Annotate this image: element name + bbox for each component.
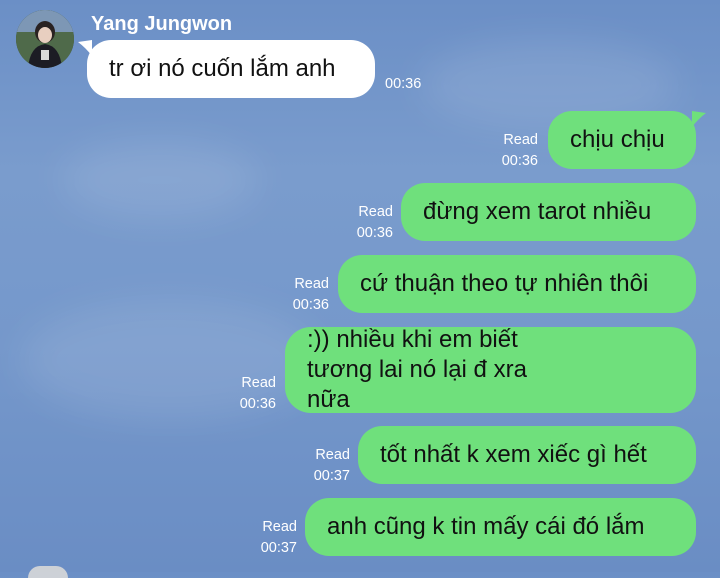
message-text: tr ơi nó cuốn lắm anh bbox=[109, 55, 336, 82]
message-time: 00:37 bbox=[313, 468, 350, 484]
outgoing-message-bubble[interactable]: chịu chịu bbox=[548, 111, 696, 169]
background-cloud bbox=[60, 140, 260, 220]
next-avatar-edge bbox=[28, 566, 68, 578]
read-status: Read bbox=[241, 375, 276, 391]
message-text: tốt nhất k xem xiếc gì hết bbox=[380, 441, 647, 468]
read-status: Read bbox=[358, 204, 393, 220]
message-meta: Read 00:36 bbox=[240, 373, 276, 415]
message-meta: Read 00:36 bbox=[502, 130, 538, 172]
message-time: 00:36 bbox=[292, 297, 329, 313]
read-status: Read bbox=[294, 276, 329, 292]
message-text: chịu chịu bbox=[570, 126, 665, 153]
message-meta: Read 00:36 bbox=[357, 202, 393, 244]
message-meta: Read 00:37 bbox=[261, 517, 297, 559]
outgoing-message-bubble[interactable]: :)) nhiều khi em biết tương lai nó lại đ… bbox=[285, 326, 696, 413]
bubble-tail bbox=[692, 111, 706, 127]
message-time: 00:36 bbox=[385, 76, 422, 92]
message-text: anh cũng k tin mấy cái đó lắm bbox=[327, 513, 645, 540]
read-status: Read bbox=[262, 519, 297, 535]
read-status: Read bbox=[315, 447, 350, 463]
incoming-message-bubble[interactable]: tr ơi nó cuốn lắm anh bbox=[87, 40, 375, 98]
message-time: 00:36 bbox=[356, 225, 393, 241]
outgoing-message-bubble[interactable]: tốt nhất k xem xiếc gì hết bbox=[358, 426, 696, 484]
message-meta: Read 00:36 bbox=[293, 274, 329, 316]
bubble-tail bbox=[78, 40, 92, 56]
message-time: 00:36 bbox=[239, 396, 276, 412]
message-text: đừng xem tarot nhiều bbox=[423, 198, 652, 225]
message-time: 00:36 bbox=[501, 153, 538, 169]
outgoing-message-bubble[interactable]: cứ thuận theo tự nhiên thôi bbox=[338, 255, 696, 313]
outgoing-message-bubble[interactable]: đừng xem tarot nhiều bbox=[401, 183, 696, 241]
avatar-photo-icon bbox=[16, 10, 74, 68]
message-time: 00:37 bbox=[260, 540, 297, 556]
message-meta: Read 00:37 bbox=[314, 445, 350, 487]
sender-name: Yang Jungwon bbox=[91, 13, 233, 35]
message-text: cứ thuận theo tự nhiên thôi bbox=[360, 270, 649, 297]
message-text: :)) nhiều khi em biết tương lai nó lại đ… bbox=[307, 326, 527, 413]
outgoing-message-bubble[interactable]: anh cũng k tin mấy cái đó lắm bbox=[305, 498, 696, 556]
read-status: Read bbox=[503, 132, 538, 148]
contact-avatar[interactable] bbox=[16, 10, 74, 68]
